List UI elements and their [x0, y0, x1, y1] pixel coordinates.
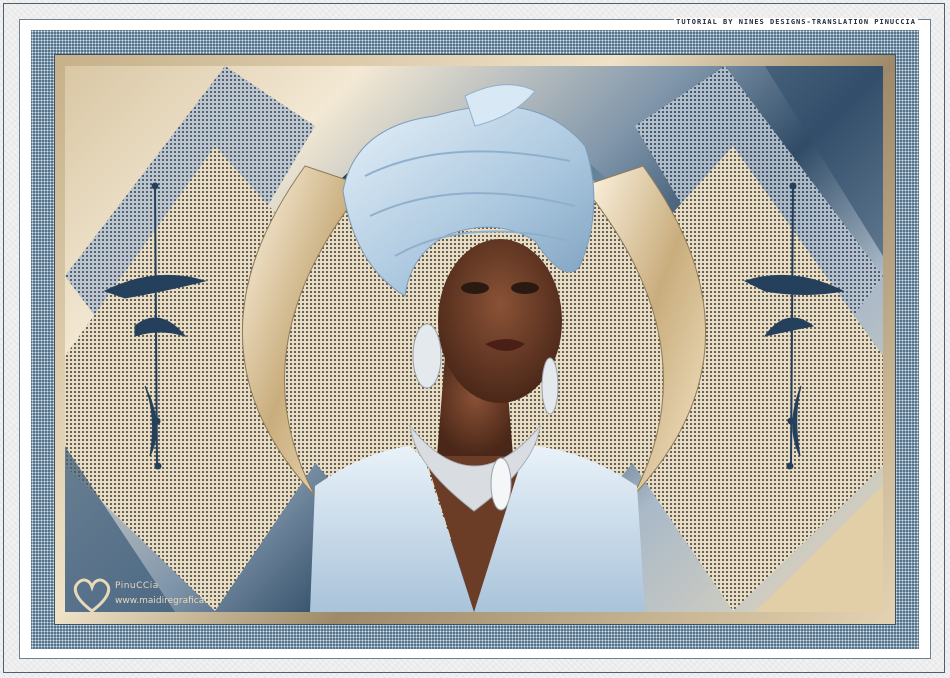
right-eye	[511, 282, 539, 294]
left-earring	[412, 323, 442, 389]
artwork-scene	[65, 66, 883, 612]
credit-line: TUTORIAL BY NINES DESIGNS-TRANSLATION PI…	[674, 18, 918, 26]
signature-name: PinuCCia	[115, 581, 159, 591]
signature-url: www.maidiregrafica.eu	[115, 596, 219, 606]
artwork-svg	[65, 66, 883, 612]
heart-logo-icon	[73, 578, 111, 613]
left-eye	[461, 282, 489, 294]
pendant	[490, 457, 512, 511]
right-earring	[541, 357, 559, 415]
